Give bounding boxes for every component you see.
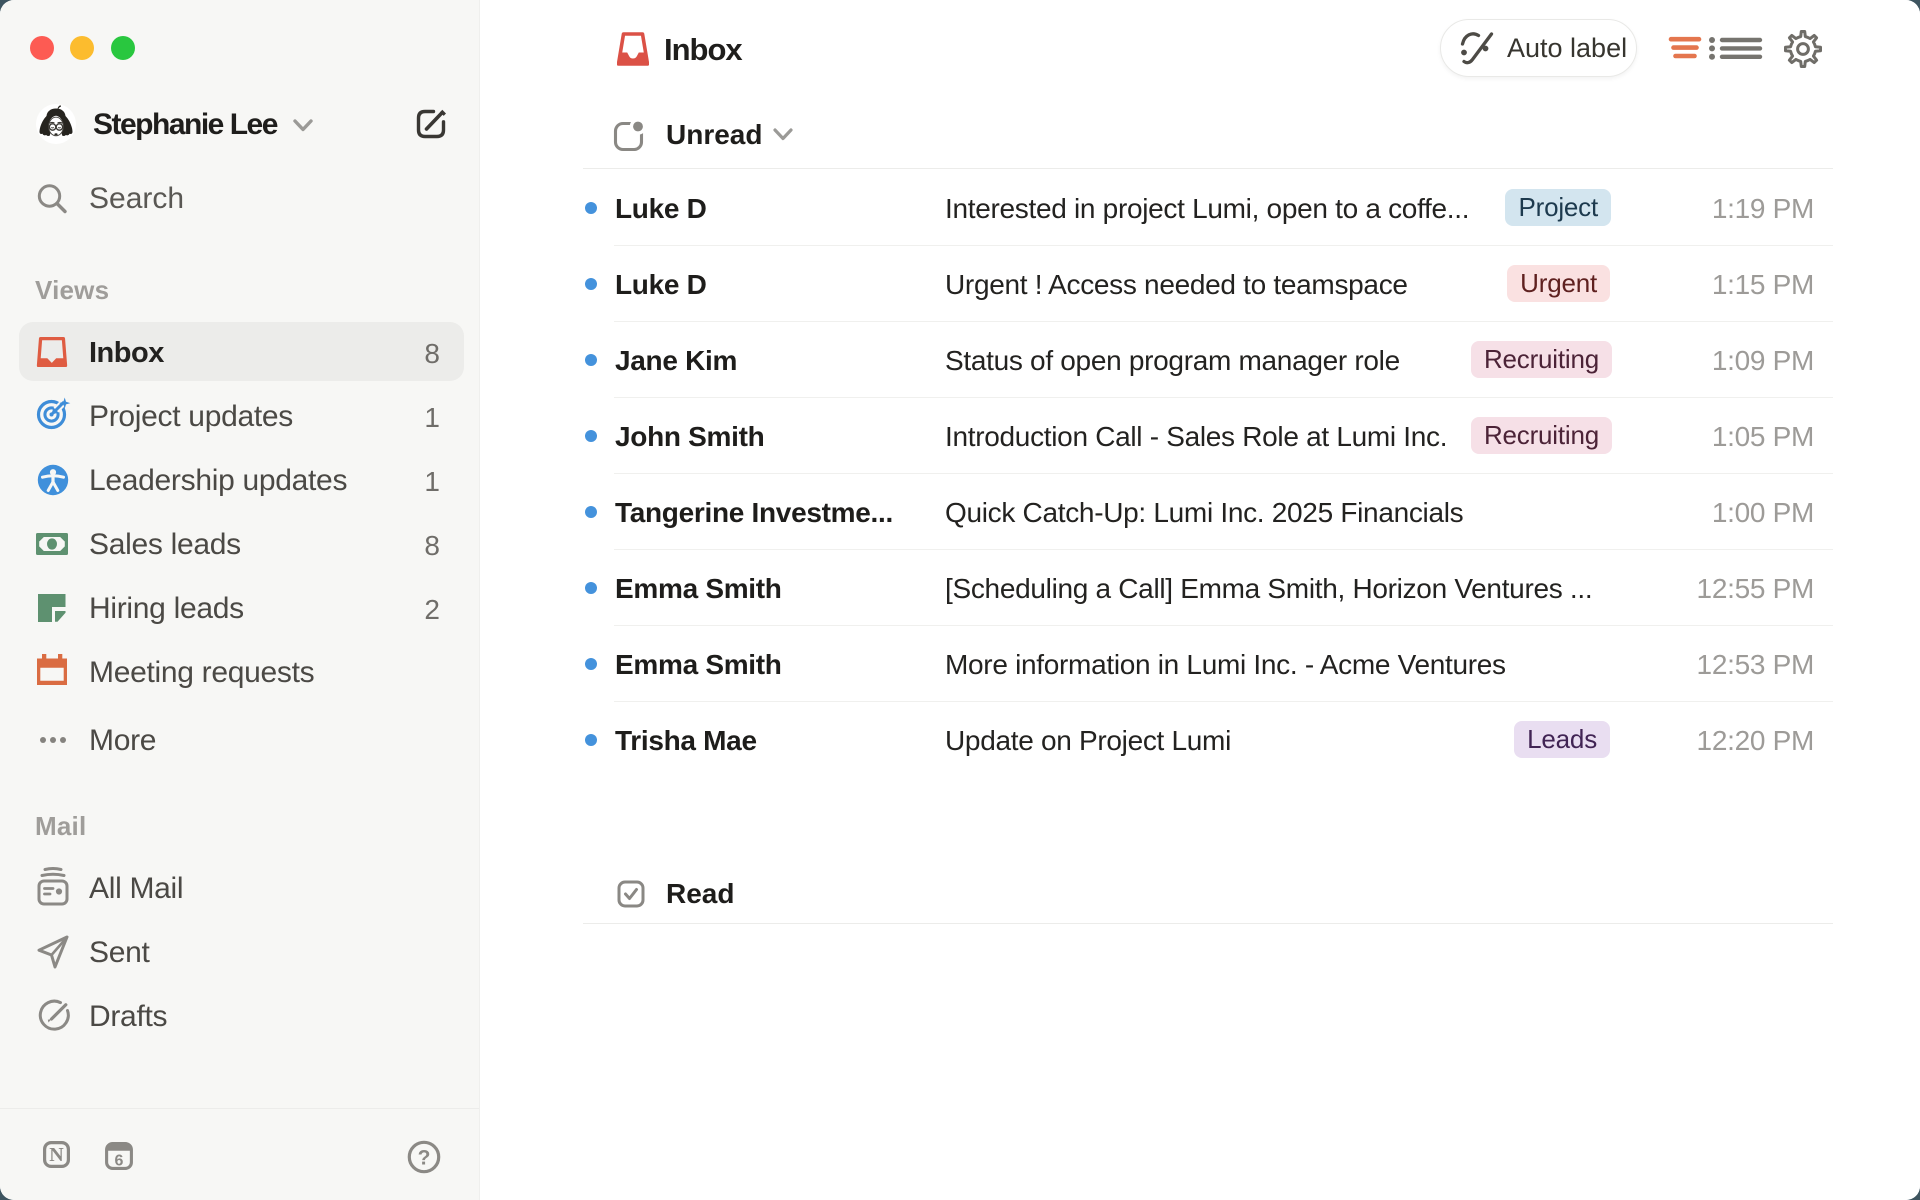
svg-text:6: 6 (115, 1153, 124, 1170)
svg-text:N: N (49, 1144, 64, 1166)
svg-text:?: ? (418, 1147, 431, 1170)
